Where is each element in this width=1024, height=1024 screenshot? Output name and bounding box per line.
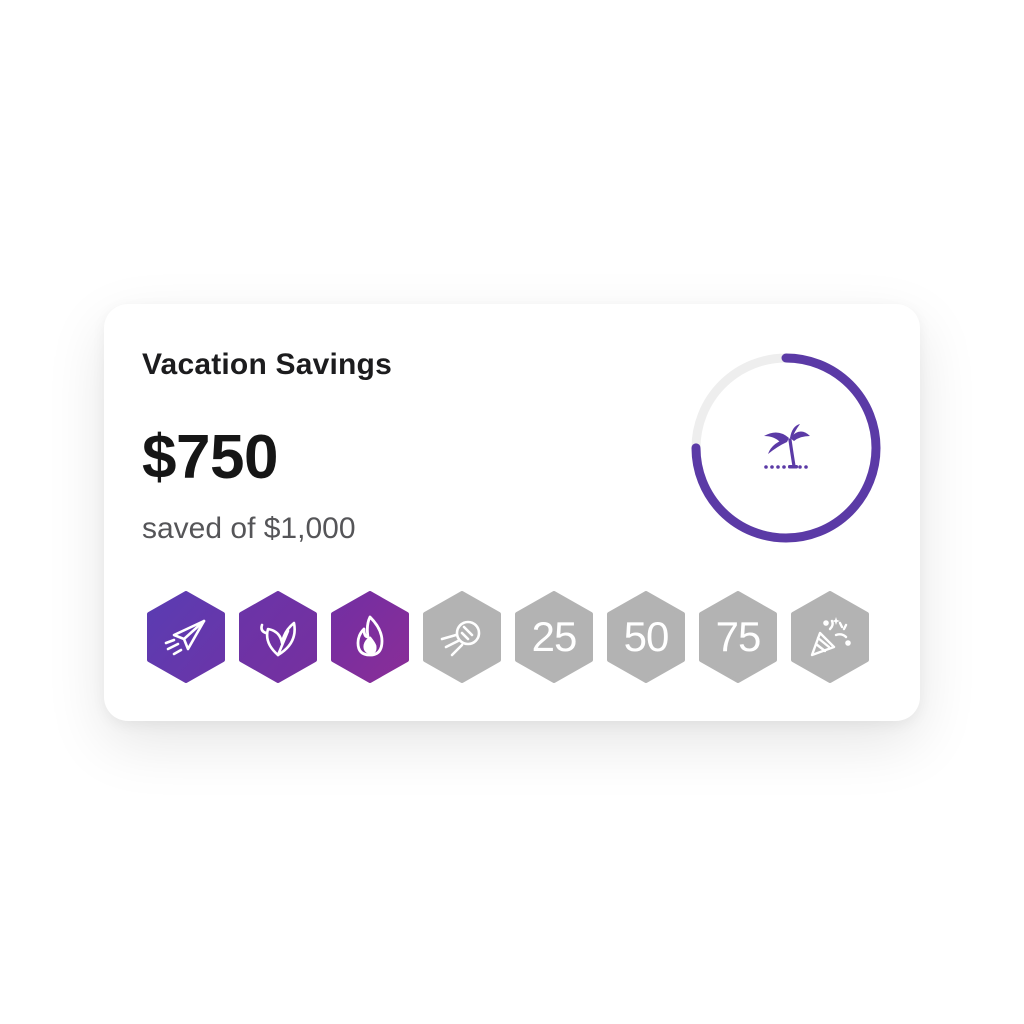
badge-25[interactable]: 25 — [514, 591, 594, 683]
badge-label: 50 — [623, 613, 670, 660]
badge-50[interactable]: 50 — [606, 591, 686, 683]
badge-label: 75 — [715, 613, 762, 660]
saved-amount: $750 — [142, 423, 278, 492]
party-popper-icon — [810, 617, 851, 657]
badge-label: 25 — [531, 613, 578, 660]
goal-target-text: saved of $1,000 — [142, 512, 356, 545]
comet-icon — [440, 620, 481, 657]
badge-comet[interactable] — [422, 591, 502, 683]
badge-paper-plane[interactable] — [146, 591, 226, 683]
paper-plane-icon — [164, 619, 206, 656]
leaf-icon — [260, 621, 296, 657]
flame-icon — [356, 615, 384, 657]
badge-75[interactable]: 75 — [698, 591, 778, 683]
palm-tree-icon — [764, 424, 810, 469]
badge-party-popper[interactable] — [790, 591, 870, 683]
badge-leaf[interactable] — [238, 591, 318, 683]
achievement-badges: 25 50 75 — [146, 591, 870, 683]
badge-flame[interactable] — [330, 591, 410, 683]
progress-ring — [691, 353, 881, 543]
savings-goal-card[interactable]: Vacation Savings $750 saved of $1,000 25… — [104, 304, 920, 721]
goal-title: Vacation Savings — [142, 348, 392, 381]
